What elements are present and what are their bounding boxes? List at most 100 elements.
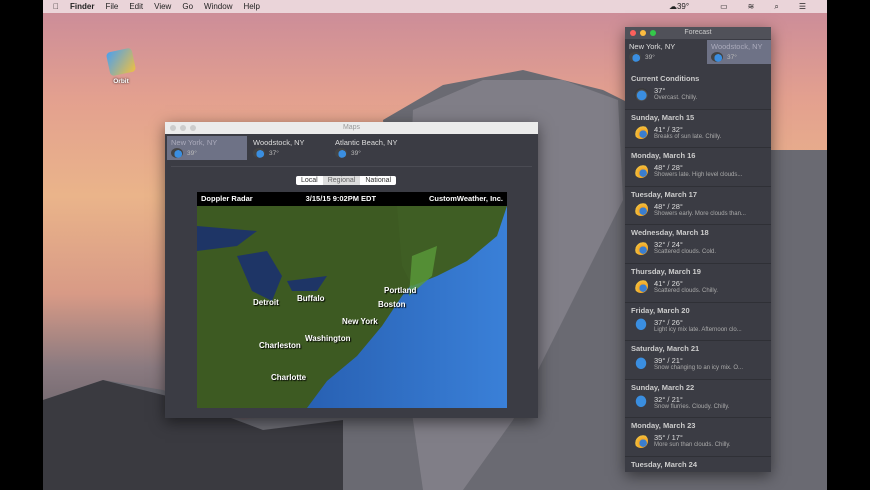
day-label: Tuesday, March 24	[631, 459, 697, 469]
location-temp: 37°	[727, 53, 737, 61]
menu-view[interactable]: View	[154, 2, 171, 11]
minimize-button[interactable]	[180, 125, 186, 131]
desc: Light icy mix late. Afternoon clo...	[654, 326, 742, 333]
forecast-day: Thursday, March 19 41° / 26° Scattered clo…	[625, 264, 771, 303]
menu-file[interactable]: File	[105, 2, 118, 11]
menu-help[interactable]: Help	[243, 2, 259, 11]
menu-window[interactable]: Window	[204, 2, 232, 11]
day-label: Monday, March 16	[631, 151, 696, 161]
forecast-list[interactable]: Current Conditions 37° Overcast. Chilly. S…	[625, 71, 771, 472]
day-label: Saturday, March 21	[631, 344, 700, 354]
forecast-day: Sunday, March 15 41° / 32° Breaks of sun l…	[625, 110, 771, 149]
forecast-day: Monday, March 16 48° / 28° Showers late. H…	[625, 148, 771, 187]
desc: Showers early. More clouds than...	[654, 210, 746, 217]
minimize-button[interactable]	[640, 30, 646, 36]
forecast-window: Forecast New York, NY 39° Woodstock, NY 37…	[625, 27, 771, 472]
weather-status-item[interactable]: ☁39°	[669, 2, 700, 11]
menu-bar:  Finder File Edit View Go Window Help ☁…	[43, 0, 827, 13]
orbit-app-icon	[105, 47, 137, 77]
desc: Scattered clouds. Chilly.	[654, 287, 718, 294]
location-name: Woodstock, NY	[711, 42, 763, 51]
desc: Showers late. High level clouds...	[654, 172, 743, 179]
map-scope-segmented-control: Local Regional National	[296, 176, 397, 185]
temp-range: 35° / 17°	[654, 433, 683, 443]
menu-edit[interactable]: Edit	[129, 2, 143, 11]
temp-range: 41° / 26°	[654, 278, 683, 288]
location-temp: 39°	[645, 53, 655, 61]
partly-sunny-icon	[634, 163, 648, 178]
day-label: Sunday, March 15	[631, 112, 695, 122]
radar-provider: CustomWeather, Inc.	[428, 194, 503, 203]
cloud-icon	[335, 148, 347, 158]
partly-sunny-icon	[634, 433, 648, 448]
snow-icon	[634, 395, 648, 410]
day-label: Wednesday, March 18	[631, 228, 709, 238]
snow-icon	[634, 318, 648, 333]
zoom-button[interactable]	[650, 30, 656, 36]
radar-map: Doppler Radar 3/15/15 9:02PM EDT CustomW…	[197, 192, 507, 408]
day-label: Friday, March 20	[631, 305, 690, 315]
wifi-icon[interactable]: ≋	[748, 2, 755, 11]
divider	[171, 166, 532, 167]
airplay-icon[interactable]: ▭	[720, 2, 728, 11]
tab-local[interactable]: Local	[296, 176, 323, 185]
maps-title-bar[interactable]: Maps	[165, 122, 538, 134]
temp-range: 48° / 28°	[654, 163, 683, 173]
notification-center-icon[interactable]: ☰	[799, 2, 806, 11]
overcast-icon	[634, 86, 648, 101]
forecast-day: Saturday, March 21 39° / 21° Snow changing…	[625, 341, 771, 380]
desc: Snow flurries. Cloudy. Chilly.	[654, 403, 730, 410]
location-name: New York, NY	[171, 138, 218, 147]
current-conditions: Current Conditions 37° Overcast. Chilly.	[625, 71, 771, 110]
forecast-location-new-york[interactable]: New York, NY 39°	[625, 40, 695, 64]
location-woodstock[interactable]: Woodstock, NY 37°	[249, 136, 329, 160]
day-label: Monday, March 23	[631, 421, 696, 431]
maps-window: Maps New York, NY 39° Woodstock, NY 37° At…	[165, 122, 538, 418]
city-label: New York	[342, 317, 378, 326]
snow-icon	[634, 356, 648, 371]
city-label: Detroit	[253, 298, 279, 307]
city-label: Charlotte	[271, 373, 307, 382]
forecast-day: Sunday, March 22 32° / 21° Snow flurries. …	[625, 380, 771, 419]
location-new-york[interactable]: New York, NY 39°	[167, 136, 247, 160]
radar-timestamp: 3/15/15 9:02PM EDT	[305, 194, 377, 203]
menu-finder[interactable]: Finder	[70, 2, 94, 11]
city-label: Boston	[378, 300, 406, 309]
location-atlantic-beach[interactable]: Atlantic Beach, NY 39°	[331, 136, 431, 160]
cloud-icon	[711, 52, 723, 62]
forecast-day: Tuesday, March 24	[625, 457, 771, 472]
tab-national[interactable]: National	[360, 176, 396, 185]
forecast-day: Tuesday, March 17 48° / 28° Showers early.…	[625, 187, 771, 226]
window-title: Forecast	[684, 29, 712, 36]
forecast-title-bar[interactable]: Forecast	[625, 27, 771, 39]
temp: 37°	[654, 86, 666, 95]
partly-sunny-icon	[634, 279, 648, 294]
radar-header: Doppler Radar 3/15/15 9:02PM EDT CustomW…	[197, 192, 507, 206]
zoom-button[interactable]	[190, 125, 196, 131]
forecast-location-woodstock[interactable]: Woodstock, NY 37°	[707, 40, 771, 64]
location-name: Woodstock, NY	[253, 138, 305, 147]
cloud-icon	[171, 148, 183, 158]
section-label: Current Conditions	[631, 74, 700, 83]
desc: Breaks of sun late. Chilly.	[654, 133, 722, 140]
partly-sunny-icon	[634, 240, 648, 255]
apple-menu-icon[interactable]: 	[53, 2, 59, 11]
desktop-icon-orbit[interactable]: Orbit	[103, 47, 139, 85]
location-temp: 39°	[351, 149, 361, 157]
partly-sunny-icon	[634, 202, 648, 217]
temp-range: 37° / 26°	[654, 317, 683, 327]
cloud-icon	[629, 52, 641, 62]
day-label: Sunday, March 22	[631, 382, 695, 392]
close-button[interactable]	[170, 125, 176, 131]
location-temp: 37°	[269, 149, 279, 157]
desc: Snow changing to an icy mix. O...	[654, 365, 744, 372]
desktop:  Finder File Edit View Go Window Help ☁…	[43, 0, 827, 490]
city-label: Buffalo	[297, 294, 325, 303]
spotlight-icon[interactable]: ⌕	[774, 2, 778, 12]
partly-sunny-icon	[634, 125, 648, 140]
weather-temp: 39°	[676, 2, 690, 11]
tab-regional[interactable]: Regional	[322, 176, 361, 185]
menu-go[interactable]: Go	[182, 2, 193, 11]
radar-title: Doppler Radar	[201, 194, 253, 203]
close-button[interactable]	[630, 30, 636, 36]
